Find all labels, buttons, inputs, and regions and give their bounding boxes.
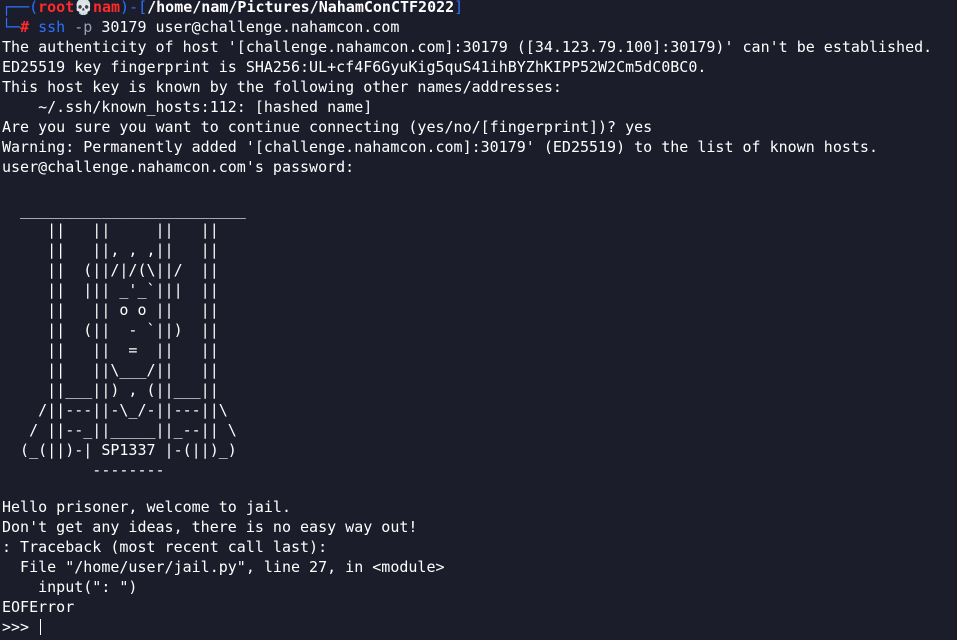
prompt-dash: - [129, 0, 139, 16]
hello-line: Hello prisoner, welcome to jail. [2, 498, 291, 516]
prompt-open-paren: ( [29, 0, 39, 16]
prompt-close-bracket: ] [454, 0, 464, 16]
prompt-corner-bottom: └─ [2, 18, 21, 36]
auth-line: The authenticity of host '[challenge.nah… [2, 38, 933, 56]
prompt-close-paren: ) [120, 0, 130, 16]
repl-prompt: >>> [2, 618, 39, 636]
confirm-line: Are you sure you want to continue connec… [2, 118, 653, 136]
prompt-path: /home/nam/Pictures/NahamConCTF2022 [147, 0, 455, 16]
command-line[interactable]: └─# ssh -p 30179 user@challenge.nahamcon… [2, 17, 399, 37]
prompt-open-bracket: [ [138, 0, 148, 16]
command-flag: -p [74, 18, 93, 36]
text-cursor [40, 619, 42, 635]
known-hosts-line: ~/.ssh/known_hosts:112: [hashed name] [2, 98, 373, 116]
traceback-file-line: File "/home/user/jail.py", line 27, in <… [2, 558, 445, 576]
ideas-line: Don't get any ideas, there is no easy wa… [2, 518, 418, 536]
command-args: 30179 user@challenge.nahamcon.com [101, 18, 400, 36]
prompt-line: ┌──(root💀nam)-[/home/nam/Pictures/NahamC… [2, 0, 463, 17]
jail-ascii-art: _________________________ || || || || ||… [20, 201, 246, 479]
prompt-corner-top: ┌── [2, 0, 30, 16]
prompt-symbol: # [20, 18, 30, 36]
warning-line: Warning: Permanently added '[challenge.n… [2, 138, 878, 156]
traceback-line: : Traceback (most recent call last): [2, 538, 328, 556]
command-program: ssh [38, 18, 66, 36]
password-line: user@challenge.nahamcon.com's password: [2, 158, 355, 176]
prompt-host: nam [92, 0, 121, 16]
terminal-window[interactable]: ┌──(root💀nam)-[/home/nam/Pictures/NahamC… [0, 0, 957, 640]
fingerprint-line: ED25519 key fingerprint is SHA256:UL+cf4… [2, 58, 707, 76]
known-names-line: This host key is known by the following … [2, 78, 562, 96]
prompt-user: root [38, 0, 75, 16]
traceback-input-line: input(": ") [2, 578, 138, 596]
skull-icon: 💀 [74, 0, 93, 16]
error-line: EOFError [2, 598, 75, 616]
repl-input-line[interactable]: >>> [2, 617, 42, 637]
